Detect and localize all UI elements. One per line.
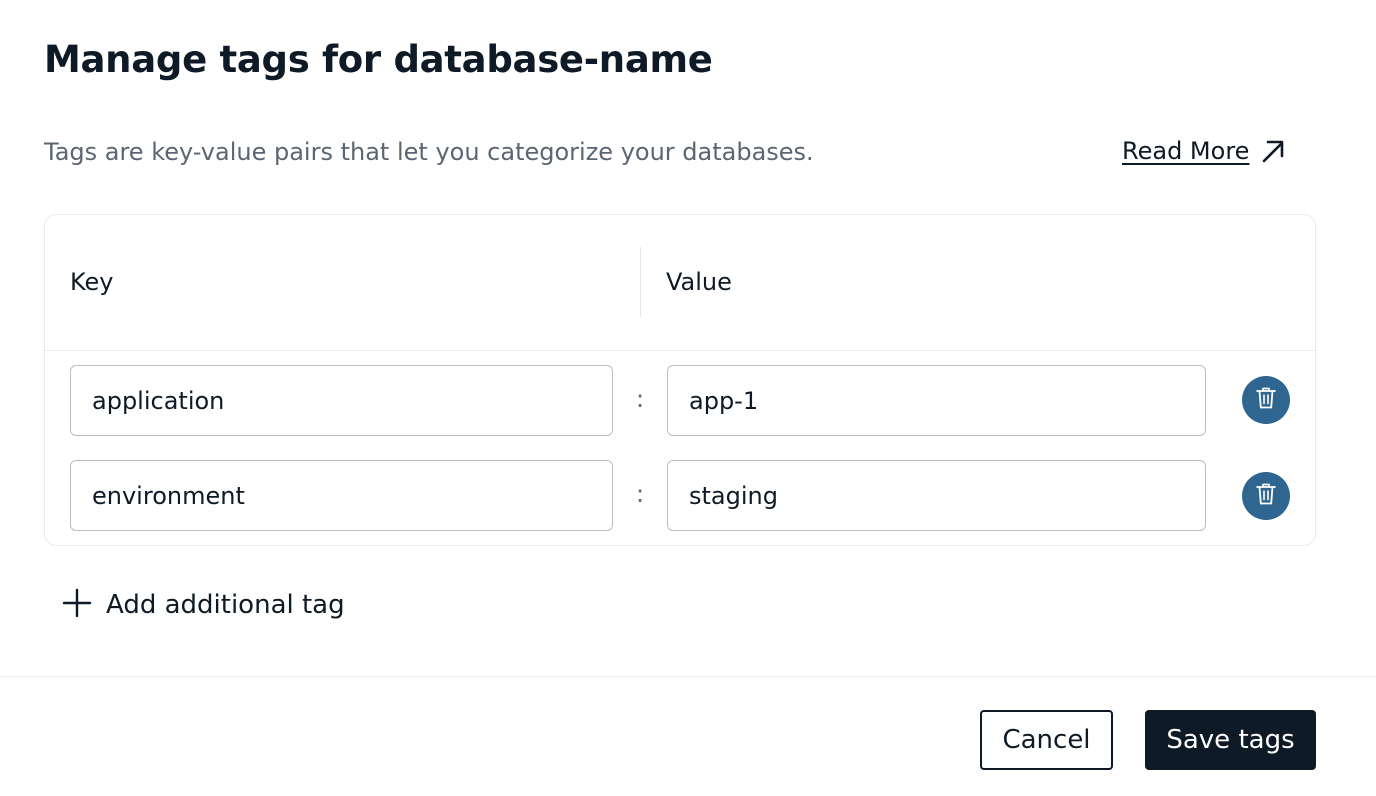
read-more-link[interactable]: Read More xyxy=(1122,137,1287,165)
key-column-header: Key xyxy=(70,268,114,296)
tag-key-input[interactable] xyxy=(70,460,613,531)
tag-value-input[interactable] xyxy=(667,365,1206,436)
save-tags-button[interactable]: Save tags xyxy=(1145,710,1316,770)
arrow-up-right-icon xyxy=(1259,137,1287,165)
trash-icon xyxy=(1255,386,1277,414)
plus-icon xyxy=(62,588,92,622)
footer-divider xyxy=(0,676,1376,677)
value-column-header: Value xyxy=(666,268,732,296)
delete-tag-button[interactable] xyxy=(1242,376,1290,424)
delete-tag-button[interactable] xyxy=(1242,472,1290,520)
key-value-separator: : xyxy=(636,385,645,413)
tag-key-input[interactable] xyxy=(70,365,613,436)
add-tag-label: Add additional tag xyxy=(106,590,345,620)
key-value-separator: : xyxy=(636,480,645,508)
dialog-title: Manage tags for database-name xyxy=(44,38,713,81)
tag-value-input[interactable] xyxy=(667,460,1206,531)
trash-icon xyxy=(1255,482,1277,510)
header-divider xyxy=(45,350,1315,351)
add-tag-button[interactable]: Add additional tag xyxy=(62,588,345,622)
read-more-label: Read More xyxy=(1122,137,1250,165)
cancel-button[interactable]: Cancel xyxy=(980,710,1113,770)
column-divider xyxy=(640,247,641,317)
dialog-description: Tags are key-value pairs that let you ca… xyxy=(44,138,814,166)
